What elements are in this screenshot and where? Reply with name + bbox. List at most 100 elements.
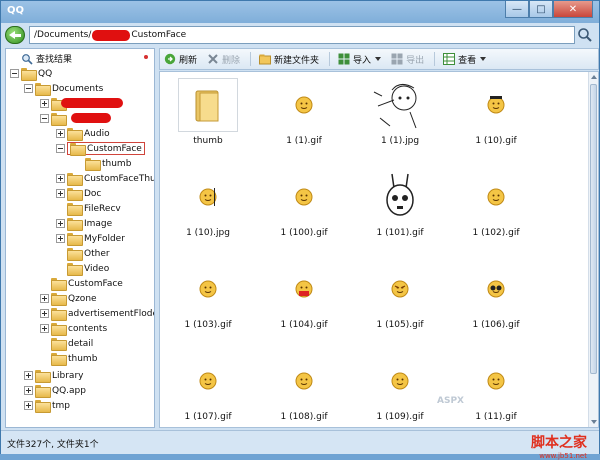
selected-folder-highlight: CustomFace bbox=[67, 142, 145, 156]
expand-toggle[interactable] bbox=[24, 401, 33, 410]
back-button[interactable] bbox=[5, 26, 25, 44]
maximize-button[interactable]: □ bbox=[529, 1, 553, 18]
file-name: 1 (10).jpg bbox=[186, 228, 230, 238]
tree-item-qqapp[interactable]: QQ.app bbox=[24, 383, 86, 398]
file-item[interactable]: thumb bbox=[164, 76, 252, 156]
tree-item-library[interactable]: Library bbox=[24, 368, 83, 383]
tree-item-customfacethumb[interactable]: CustomFaceThu bbox=[56, 171, 154, 186]
file-thumbnail bbox=[370, 170, 430, 224]
chevron-down-icon bbox=[480, 57, 487, 61]
file-item[interactable]: 1 (108).gif bbox=[260, 352, 348, 427]
tree-item-tmp[interactable]: tmp bbox=[24, 398, 70, 413]
small-smiley-icon bbox=[199, 188, 217, 206]
tree-item-contents[interactable]: contents bbox=[40, 321, 107, 336]
tree-item-filerecv[interactable]: FileRecv bbox=[56, 201, 121, 216]
expand-toggle[interactable] bbox=[40, 324, 49, 333]
file-name: 1 (101).gif bbox=[376, 228, 424, 238]
status-text: 文件327个, 文件夹1个 bbox=[7, 440, 99, 450]
new-folder-button[interactable]: 新建文件夹 bbox=[259, 53, 319, 66]
folder-icon bbox=[51, 323, 67, 336]
tree-item-other[interactable]: Other bbox=[56, 246, 110, 261]
expand-toggle[interactable] bbox=[56, 129, 65, 138]
file-item[interactable]: 1 (101).gif bbox=[356, 168, 444, 248]
watermark-main: 脚本之家 bbox=[531, 435, 587, 451]
tree-item-customface[interactable]: CustomFace bbox=[56, 141, 145, 156]
expand-toggle[interactable] bbox=[24, 371, 33, 380]
file-toolbar: 刷新 删除 新建文件夹 导入 导出 查看 bbox=[159, 48, 599, 70]
tree-item-label: Video bbox=[84, 263, 110, 274]
collapse-toggle[interactable] bbox=[56, 144, 65, 153]
tree-item-label: Library bbox=[52, 370, 84, 381]
folder-icon bbox=[70, 143, 86, 156]
tree-item-documents[interactable]: Documents bbox=[24, 81, 103, 96]
file-name: 1 (1).gif bbox=[286, 136, 322, 146]
expand-toggle[interactable] bbox=[56, 189, 65, 198]
smiley-icon bbox=[487, 188, 505, 206]
scroll-up-arrow[interactable] bbox=[591, 75, 597, 79]
file-thumbnail bbox=[178, 170, 238, 224]
folder-icon bbox=[51, 293, 67, 306]
expand-toggle[interactable] bbox=[56, 234, 65, 243]
minimize-button[interactable]: — bbox=[505, 1, 529, 18]
file-item[interactable]: 1 (105).gif bbox=[356, 260, 444, 340]
tree-item-customface-2[interactable]: CustomFace bbox=[40, 276, 123, 291]
tree-item-advertisement[interactable]: advertisementFlode bbox=[40, 306, 154, 321]
file-item[interactable]: 1 (102).gif bbox=[452, 168, 540, 248]
tree-item-detail[interactable]: detail bbox=[40, 336, 93, 351]
file-item[interactable]: 1 (109).gif bbox=[356, 352, 444, 427]
export-icon bbox=[391, 53, 403, 65]
close-button[interactable]: ✕ bbox=[553, 1, 593, 18]
file-thumbnail bbox=[178, 78, 238, 132]
delete-button[interactable]: 删除 bbox=[207, 53, 240, 66]
watermark: 脚本之家 www.jb51.net bbox=[531, 432, 587, 460]
tree-item-thumb-2[interactable]: thumb bbox=[40, 351, 97, 366]
collapse-toggle[interactable] bbox=[24, 84, 33, 93]
collapse-toggle[interactable] bbox=[10, 69, 19, 78]
expand-toggle[interactable] bbox=[40, 294, 49, 303]
tree-item-qzone[interactable]: Qzone bbox=[40, 291, 97, 306]
vertical-scrollbar[interactable] bbox=[588, 72, 598, 427]
file-name: 1 (107).gif bbox=[184, 412, 232, 422]
tree-item-label: detail bbox=[68, 338, 94, 349]
file-item[interactable]: 1 (103).gif bbox=[164, 260, 252, 340]
file-item[interactable]: 1 (100).gif bbox=[260, 168, 348, 248]
status-bar: 文件327个, 文件夹1个 脚本之家 www.jb51.net bbox=[1, 430, 599, 460]
scroll-down-arrow[interactable] bbox=[591, 420, 597, 424]
search-button[interactable] bbox=[577, 27, 593, 43]
file-item[interactable]: 1 (10).jpg bbox=[164, 168, 252, 248]
file-item[interactable]: 1 (107).gif bbox=[164, 352, 252, 427]
expand-toggle[interactable] bbox=[56, 219, 65, 228]
expand-toggle[interactable] bbox=[56, 174, 65, 183]
tree-item-redacted-2[interactable] bbox=[40, 111, 68, 126]
file-item[interactable]: 1 (106).gif bbox=[452, 260, 540, 340]
expand-toggle[interactable] bbox=[24, 386, 33, 395]
file-item[interactable]: 1 (11).gif bbox=[452, 352, 540, 427]
file-item[interactable]: 1 (1).jpg bbox=[356, 76, 444, 156]
angry-smiley-icon bbox=[391, 280, 409, 298]
tree-item-video[interactable]: Video bbox=[56, 261, 109, 276]
tree-item-thumb[interactable]: thumb bbox=[74, 156, 131, 171]
collapse-toggle[interactable] bbox=[40, 114, 49, 123]
tree-item-qq[interactable]: QQ bbox=[10, 66, 52, 81]
view-button[interactable]: 查看 bbox=[443, 53, 487, 66]
expand-toggle[interactable] bbox=[40, 309, 49, 318]
tree-item-search-results[interactable]: 查找结果 bbox=[10, 51, 72, 66]
refresh-button[interactable]: 刷新 bbox=[164, 53, 197, 66]
tree-item-audio[interactable]: Audio bbox=[56, 126, 110, 141]
file-item[interactable]: 1 (10).gif bbox=[452, 76, 540, 156]
expand-toggle[interactable] bbox=[40, 99, 49, 108]
address-bar[interactable]: /Documents/ CustomFace bbox=[29, 26, 575, 44]
tree-item-image[interactable]: Image bbox=[56, 216, 112, 231]
rabbit-icon bbox=[386, 173, 414, 216]
tree-item-doc[interactable]: Doc bbox=[56, 186, 101, 201]
file-name: 1 (1).jpg bbox=[380, 136, 420, 146]
scrollbar-thumb[interactable] bbox=[590, 84, 597, 374]
import-button[interactable]: 导入 bbox=[338, 53, 382, 66]
file-name: 1 (11).gif bbox=[475, 412, 517, 422]
file-item[interactable]: 1 (104).gif bbox=[260, 260, 348, 340]
export-button[interactable]: 导出 bbox=[391, 53, 424, 66]
file-thumbnail bbox=[274, 78, 334, 132]
file-item[interactable]: 1 (1).gif bbox=[260, 76, 348, 156]
tree-item-myfolder[interactable]: MyFolder bbox=[56, 231, 125, 246]
folder-icon bbox=[51, 338, 67, 351]
